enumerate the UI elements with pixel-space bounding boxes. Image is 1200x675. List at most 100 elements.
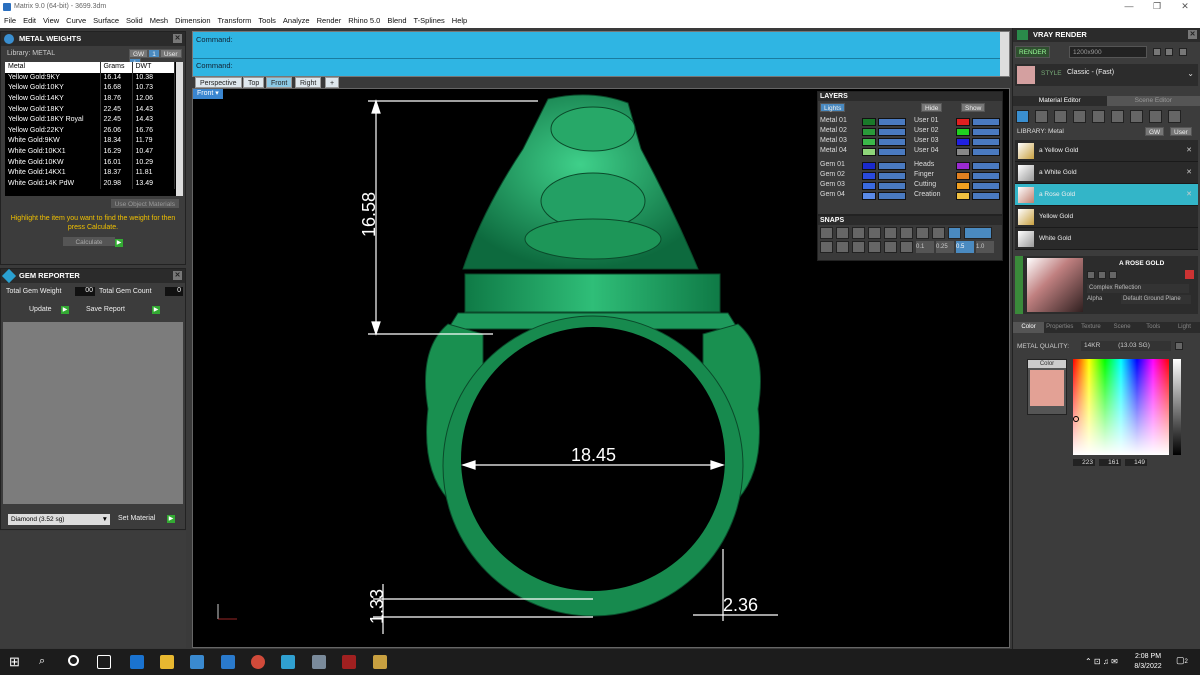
tab-texture[interactable]: Texture	[1075, 322, 1106, 333]
metal-material-icon[interactable]	[1054, 110, 1067, 123]
snap-ortho-icon[interactable]	[820, 241, 833, 253]
layer-color-swatch[interactable]	[862, 162, 876, 170]
snap-planar-icon[interactable]	[836, 241, 849, 253]
menu-help[interactable]: Help	[452, 14, 467, 28]
delete-material-icon[interactable]	[1185, 270, 1194, 279]
close-icon[interactable]: ✕	[173, 34, 182, 43]
system-tray-icons[interactable]: ⌃ ⊡ ♫ ✉	[1085, 657, 1118, 666]
snap-grid-icon[interactable]	[964, 227, 992, 239]
layer-color-swatch[interactable]	[862, 182, 876, 190]
layer-row[interactable]: Finger	[914, 171, 1002, 181]
layer-color-swatch[interactable]	[956, 162, 970, 170]
preview-edit-icon[interactable]	[1087, 271, 1095, 279]
preview-reset-icon[interactable]	[1109, 271, 1117, 279]
vray-gw-button[interactable]: GW	[1145, 127, 1165, 136]
layer-row[interactable]: User 04	[914, 147, 1002, 157]
style-value[interactable]: Classic - (Fast)	[1067, 69, 1114, 76]
gw-toggle[interactable]: 1	[148, 49, 160, 58]
set-material-button[interactable]: Set Material	[118, 515, 155, 522]
vray-user-button[interactable]: User	[1170, 127, 1192, 136]
add-tab-button[interactable]: +	[325, 77, 340, 88]
layer-visibility-icon[interactable]	[878, 118, 906, 126]
layer-visibility-icon[interactable]	[972, 128, 1000, 136]
menu-analyze[interactable]: Analyze	[283, 14, 310, 28]
resolution-field[interactable]: 1200x900	[1069, 46, 1147, 58]
lights-button[interactable]: Lights	[820, 103, 846, 112]
texture-icon[interactable]	[1092, 110, 1105, 123]
show-button[interactable]: Show	[961, 103, 986, 112]
color-picker-field[interactable]	[1073, 359, 1169, 455]
set-material-arrow-icon[interactable]: ▶	[167, 515, 175, 523]
layer-color-swatch[interactable]	[956, 148, 970, 156]
table-row[interactable]: Yellow Gold:10KY 16.68 10.73	[5, 83, 175, 94]
layer-color-swatch[interactable]	[956, 192, 970, 200]
table-row[interactable]: Yellow Gold:18KY 22.45 14.43	[5, 104, 175, 115]
tab-perspective[interactable]: Perspective	[195, 77, 242, 88]
tab-top[interactable]: Top	[243, 77, 265, 88]
table-scrollbar[interactable]	[176, 62, 183, 196]
edge-icon[interactable]	[130, 655, 144, 669]
material-list-item[interactable]: a Rose Gold ✕	[1015, 184, 1198, 206]
clock[interactable]: 2:08 PM 8/3/2022	[1128, 652, 1168, 672]
start-icon[interactable]: ⊞	[9, 655, 23, 669]
snap-near-icon[interactable]	[836, 227, 849, 239]
command-input[interactable]: Command:	[193, 58, 1009, 72]
layer-row[interactable]: Heads	[914, 161, 1002, 171]
leaf-icon[interactable]	[1149, 110, 1162, 123]
menu-dimension[interactable]: Dimension	[175, 14, 210, 28]
material-list-item[interactable]: White Gold	[1015, 228, 1198, 250]
close-icon[interactable]: ✕	[1188, 30, 1197, 39]
command-scrollbar[interactable]	[1000, 32, 1009, 76]
menu-render[interactable]: Render	[317, 14, 342, 28]
preview-lock-icon[interactable]	[1098, 271, 1106, 279]
menu-solid[interactable]: Solid	[126, 14, 143, 28]
menu-surface[interactable]: Surface	[93, 14, 119, 28]
close-icon[interactable]: ✕	[173, 271, 182, 280]
minimize-button[interactable]: —	[1115, 0, 1143, 14]
layer-row[interactable]: Cutting	[914, 181, 1002, 191]
table-row[interactable]: White Gold:10KX1 16.29 10.47	[5, 146, 175, 158]
layer-visibility-icon[interactable]	[972, 192, 1000, 200]
layer-color-swatch[interactable]	[862, 128, 876, 136]
reflection-select[interactable]: Complex Reflection	[1087, 284, 1189, 293]
gem-material-icon[interactable]	[1035, 110, 1048, 123]
menu-mesh[interactable]: Mesh	[150, 14, 168, 28]
snap-cen-icon[interactable]	[884, 227, 897, 239]
snap-tan-icon[interactable]	[932, 227, 945, 239]
layer-visibility-icon[interactable]	[972, 148, 1000, 156]
use-object-materials-button[interactable]: Use Object Materials	[110, 199, 179, 208]
layer-row[interactable]: User 01	[914, 117, 1002, 127]
table-row[interactable]: Yellow Gold:14KY 18.76 12.06	[5, 93, 175, 105]
layer-color-swatch[interactable]	[862, 192, 876, 200]
snap-point-icon[interactable]	[852, 227, 865, 239]
gw-button[interactable]: GW	[129, 49, 149, 58]
layer-visibility-icon[interactable]	[878, 172, 906, 180]
calculate-button[interactable]: Calculate	[63, 237, 115, 246]
layer-color-swatch[interactable]	[956, 118, 970, 126]
snap-end-icon[interactable]	[820, 227, 833, 239]
tab-right[interactable]: Right	[295, 77, 322, 88]
layer-visibility-icon[interactable]	[878, 128, 906, 136]
layer-color-swatch[interactable]	[956, 138, 970, 146]
snap-smarttrack-icon[interactable]	[868, 241, 881, 253]
layer-color-swatch[interactable]	[862, 148, 876, 156]
mail-icon[interactable]	[221, 655, 235, 669]
remove-material-icon[interactable]: ✕	[1186, 190, 1192, 198]
layer-color-swatch[interactable]	[862, 172, 876, 180]
app-icon-2[interactable]	[312, 655, 326, 669]
pearl-icon[interactable]	[1130, 110, 1143, 123]
layer-color-swatch[interactable]	[956, 172, 970, 180]
menu-curve[interactable]: Curve	[66, 14, 86, 28]
save-report-arrow-icon[interactable]: ▶	[152, 306, 160, 314]
remove-material-icon[interactable]: ✕	[1186, 168, 1192, 176]
col-metal[interactable]: Metal	[5, 62, 101, 73]
pattern-icon[interactable]	[1111, 110, 1124, 123]
layer-visibility-icon[interactable]	[972, 118, 1000, 126]
file-explorer-icon[interactable]	[160, 655, 174, 669]
snap-quad-icon[interactable]	[948, 227, 961, 239]
menu-tsplines[interactable]: T-Splines	[414, 14, 445, 28]
snap-value-4[interactable]: 1.0	[976, 241, 994, 253]
layer-row[interactable]: Gem 01	[820, 161, 908, 171]
table-row[interactable]: White Gold:9KW 18.34 11.79	[5, 136, 175, 147]
tab-properties[interactable]: Properties	[1044, 322, 1075, 333]
